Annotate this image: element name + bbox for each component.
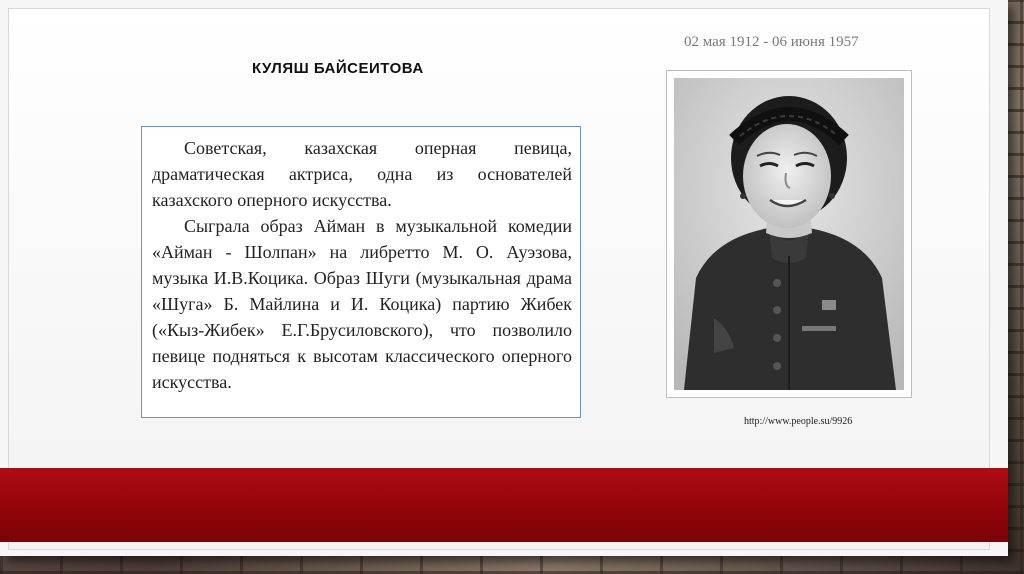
life-dates: 02 мая 1912 - 06 июня 1957 [684,34,859,50]
bio-paragraph-2: Сыграла образ Айман в музыкальной комеди… [152,216,572,392]
photo-source-link[interactable]: http://www.people.su/9926 [744,416,852,427]
slide-title: КУЛЯШ БАЙСЕИТОВА [252,60,424,77]
red-footer-band [0,468,1008,542]
slide: 02 мая 1912 - 06 июня 1957 КУЛЯШ БАЙСЕИТ… [0,0,1008,556]
biography-textbox: Советская, казахская оперная певица, дра… [141,126,581,418]
portrait-image [674,78,904,390]
bio-paragraph-1: Советская, казахская оперная певица, дра… [152,138,572,210]
portrait-photo [666,70,912,398]
